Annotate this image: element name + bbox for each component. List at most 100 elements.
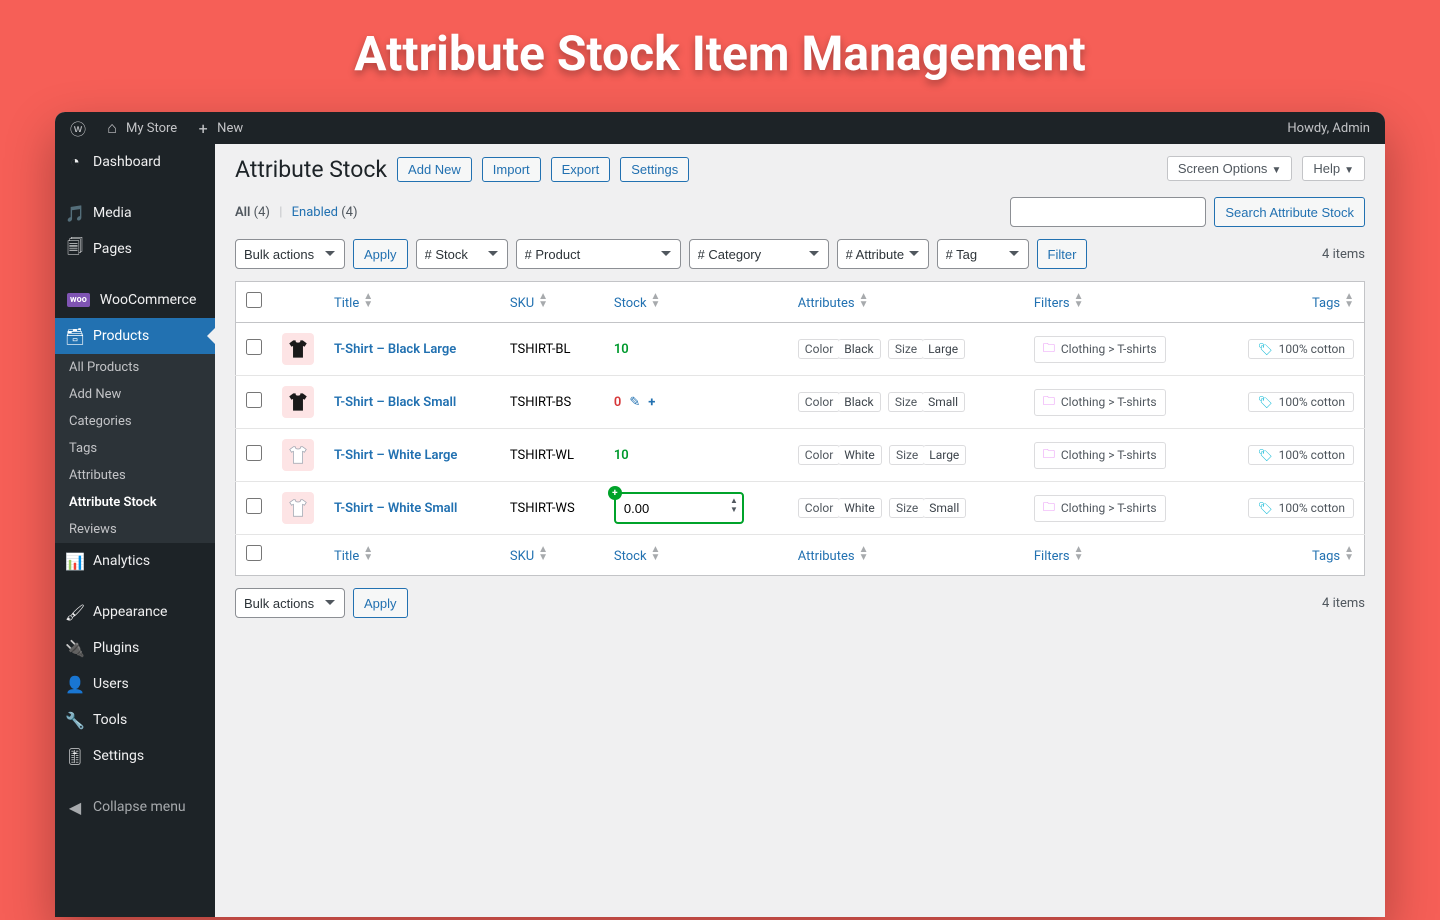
header-tags[interactable]: Tags▲▼ <box>1210 282 1365 323</box>
attribute-value[interactable]: Black <box>838 339 880 359</box>
filter-chip[interactable]: 🗀Clothing > T-shirts <box>1034 442 1166 469</box>
sidebar-collapse[interactable]: ◀Collapse menu <box>55 789 215 825</box>
sidebar-sub-all-products[interactable]: All Products <box>55 354 215 381</box>
adminbar-new[interactable]: +New <box>195 120 243 136</box>
select-all-checkbox-footer[interactable] <box>246 545 262 561</box>
import-button[interactable]: Import <box>482 157 541 182</box>
search-input[interactable] <box>1010 197 1206 227</box>
number-spinner[interactable]: ▲▼ <box>730 496 738 514</box>
attribute-value[interactable]: Large <box>923 445 966 465</box>
sidebar-item-woocommerce[interactable]: wooWooCommerce <box>55 282 215 318</box>
tag-chip[interactable]: 🏷100% cotton <box>1248 339 1354 359</box>
adminbar-account[interactable]: Howdy, Admin <box>1287 121 1370 136</box>
row-checkbox[interactable] <box>246 445 262 461</box>
screen-options-button[interactable]: Screen Options▼ <box>1167 156 1293 181</box>
stock-value[interactable]: 10 <box>614 342 629 357</box>
stock-input[interactable] <box>614 492 744 524</box>
footer-stock[interactable]: Stock▲▼ <box>604 535 788 576</box>
export-button[interactable]: Export <box>551 157 611 182</box>
filter-chip[interactable]: 🗀Clothing > T-shirts <box>1034 336 1166 363</box>
sidebar-item-media[interactable]: 🎵Media <box>55 195 215 231</box>
row-title-link[interactable]: T-Shirt – Black Large <box>334 342 456 357</box>
product-thumbnail[interactable] <box>282 439 314 471</box>
filter-stock-select[interactable]: # Stock <box>416 239 508 269</box>
sidebar-item-plugins[interactable]: 🔌Plugins <box>55 630 215 666</box>
view-enabled[interactable]: Enabled <box>292 205 338 220</box>
attribute-value[interactable]: Small <box>923 498 966 518</box>
sidebar-item-users[interactable]: 👤Users <box>55 666 215 702</box>
attribute-pill[interactable]: Size <box>889 445 925 465</box>
sidebar-sub-attribute-stock[interactable]: Attribute Stock <box>55 489 215 516</box>
row-title-link[interactable]: T-Shirt – White Large <box>334 448 457 463</box>
attribute-pill[interactable]: Size <box>889 498 925 518</box>
header-filters[interactable]: Filters▲▼ <box>1024 282 1210 323</box>
select-all-checkbox[interactable] <box>246 292 262 308</box>
sidebar-item-settings[interactable]: 🎚Settings <box>55 738 215 774</box>
row-checkbox[interactable] <box>246 392 262 408</box>
sidebar-sub-add-new[interactable]: Add New <box>55 381 215 408</box>
bulk-actions-select[interactable]: Bulk actions <box>235 239 345 269</box>
tag-chip[interactable]: 🏷100% cotton <box>1248 498 1354 518</box>
filter-tag-select[interactable]: # Tag <box>937 239 1029 269</box>
tag-chip[interactable]: 🏷100% cotton <box>1248 445 1354 465</box>
pencil-icon[interactable]: ✎ <box>629 395 640 410</box>
sidebar-sub-categories[interactable]: Categories <box>55 408 215 435</box>
header-stock[interactable]: Stock▲▼ <box>604 282 788 323</box>
attribute-pill[interactable]: Color <box>798 445 840 465</box>
product-thumbnail[interactable] <box>282 492 314 524</box>
sidebar-sub-tags[interactable]: Tags <box>55 435 215 462</box>
sidebar-item-pages[interactable]: 🗐Pages <box>55 231 215 267</box>
attribute-value[interactable]: Large <box>922 339 965 359</box>
sidebar-sub-attributes[interactable]: Attributes <box>55 462 215 489</box>
bulk-actions-select-bottom[interactable]: Bulk actions <box>235 588 345 618</box>
row-title-link[interactable]: T-Shirt – Black Small <box>334 395 456 410</box>
filter-category-select[interactable]: # Category <box>689 239 829 269</box>
row-checkbox[interactable] <box>246 339 262 355</box>
filter-chip[interactable]: 🗀Clothing > T-shirts <box>1034 495 1166 522</box>
attribute-pill[interactable]: Color <box>798 498 840 518</box>
footer-sku[interactable]: SKU▲▼ <box>500 535 604 576</box>
sidebar-item-products[interactable]: 🗃Products <box>55 318 215 354</box>
attribute-value[interactable]: White <box>838 445 881 465</box>
help-button[interactable]: Help▼ <box>1302 156 1365 181</box>
footer-attributes[interactable]: Attributes▲▼ <box>788 535 1024 576</box>
attribute-value[interactable]: White <box>838 498 881 518</box>
attribute-value[interactable]: Black <box>838 392 880 412</box>
add-new-button[interactable]: Add New <box>397 157 472 182</box>
footer-tags[interactable]: Tags▲▼ <box>1210 535 1365 576</box>
attribute-pill[interactable]: Size <box>888 392 924 412</box>
filter-attribute-select[interactable]: # Attribute <box>837 239 929 269</box>
search-button[interactable]: Search Attribute Stock <box>1214 197 1365 227</box>
adminbar-site[interactable]: ⌂My Store <box>104 120 177 136</box>
filter-chip[interactable]: 🗀Clothing > T-shirts <box>1034 389 1166 416</box>
sidebar-item-analytics[interactable]: 📊Analytics <box>55 543 215 579</box>
header-title[interactable]: Title▲▼ <box>324 282 500 323</box>
header-sku[interactable]: SKU▲▼ <box>500 282 604 323</box>
product-thumbnail[interactable] <box>282 386 314 418</box>
settings-button[interactable]: Settings <box>620 157 689 182</box>
apply-bulk-button-bottom[interactable]: Apply <box>353 588 408 618</box>
row-checkbox[interactable] <box>246 498 262 514</box>
sidebar-sub-reviews[interactable]: Reviews <box>55 516 215 543</box>
attribute-pill[interactable]: Color <box>798 339 840 359</box>
tag-chip[interactable]: 🏷100% cotton <box>1248 392 1354 412</box>
filter-button[interactable]: Filter <box>1037 239 1088 269</box>
attribute-pill[interactable]: Color <box>798 392 840 412</box>
view-all[interactable]: All <box>235 205 250 220</box>
apply-bulk-button[interactable]: Apply <box>353 239 408 269</box>
row-title-link[interactable]: T-Shirt – White Small <box>334 501 457 516</box>
header-attributes[interactable]: Attributes▲▼ <box>788 282 1024 323</box>
product-thumbnail[interactable] <box>282 333 314 365</box>
attribute-value[interactable]: Small <box>922 392 965 412</box>
filter-product-select[interactable]: # Product <box>516 239 681 269</box>
sidebar-item-tools[interactable]: 🔧Tools <box>55 702 215 738</box>
wp-logo[interactable]: ⓦ <box>70 120 86 136</box>
sidebar-item-dashboard[interactable]: ◔Dashboard <box>55 144 215 180</box>
sidebar-item-appearance[interactable]: 🖌Appearance <box>55 594 215 630</box>
footer-filters[interactable]: Filters▲▼ <box>1024 535 1210 576</box>
plus-icon[interactable]: + <box>648 395 655 410</box>
stock-value[interactable]: 10 <box>614 448 629 463</box>
footer-title[interactable]: Title▲▼ <box>324 535 500 576</box>
stock-value[interactable]: 0 <box>614 395 621 410</box>
attribute-pill[interactable]: Size <box>888 339 924 359</box>
